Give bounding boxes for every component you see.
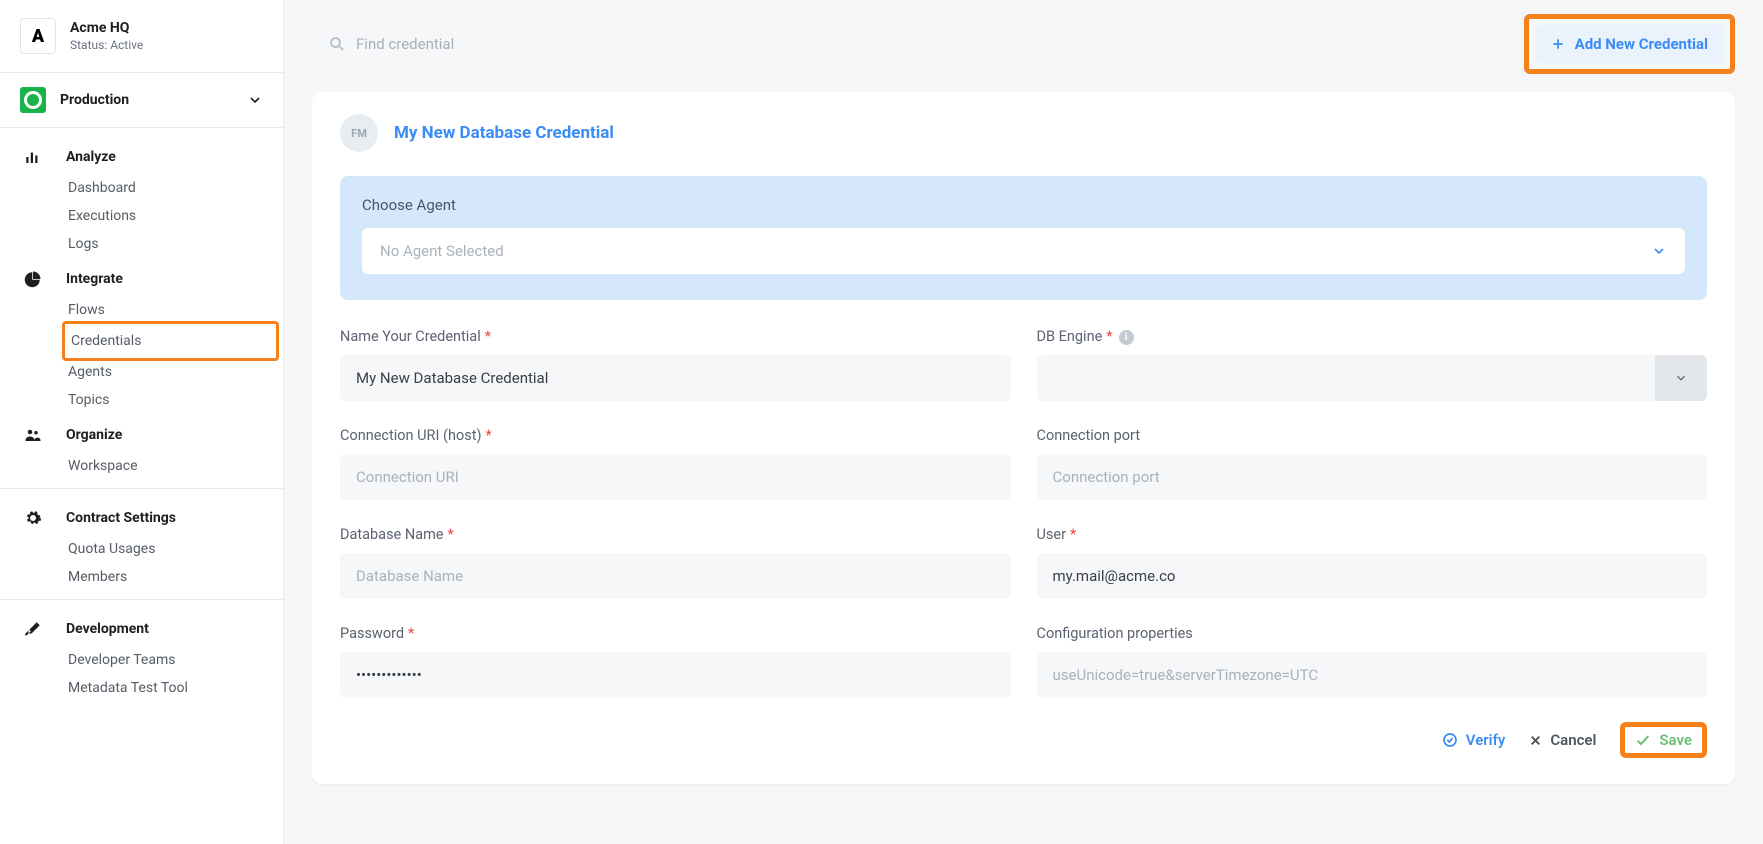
select-engine-toggle[interactable]: [1655, 355, 1707, 401]
bar-chart-icon: [24, 148, 46, 166]
field-dbname: Database Name*: [340, 526, 1011, 599]
divider: [0, 488, 283, 489]
verify-button[interactable]: Verify: [1442, 731, 1506, 749]
input-dbname[interactable]: [340, 553, 1011, 599]
credential-panel: FM My New Database Credential Choose Age…: [312, 92, 1735, 784]
search-icon: [328, 35, 346, 53]
input-password[interactable]: [340, 652, 1011, 698]
nav-section-label: Integrate: [66, 271, 123, 287]
verify-label: Verify: [1466, 731, 1506, 749]
nav-item-agents[interactable]: Agents: [0, 358, 283, 386]
nav-item-credentials[interactable]: Credentials: [71, 327, 270, 355]
verify-icon: [1442, 732, 1458, 748]
gear-icon: [24, 509, 46, 527]
org-header[interactable]: A Acme HQ Status: Active: [0, 0, 283, 72]
nav-section-label: Analyze: [66, 149, 116, 165]
environment-icon: [20, 87, 46, 113]
agent-select-placeholder: No Agent Selected: [380, 242, 504, 260]
nav: Analyze Dashboard Executions Logs Integr…: [0, 128, 283, 710]
nav-section-analyze[interactable]: Analyze: [0, 136, 283, 174]
nav-section-development[interactable]: Development: [0, 608, 283, 646]
panel-header: FM My New Database Credential: [340, 114, 1707, 152]
label-config: Configuration properties: [1037, 625, 1708, 642]
people-icon: [24, 426, 46, 444]
label-password: Password*: [340, 625, 1011, 642]
environment-selector[interactable]: Production: [0, 72, 283, 128]
highlight-save: Save: [1620, 722, 1707, 758]
field-user: User*: [1037, 526, 1708, 599]
label-name: Name Your Credential*: [340, 328, 1011, 345]
nav-item-members[interactable]: Members: [0, 563, 283, 591]
nav-section-organize[interactable]: Organize: [0, 414, 283, 452]
check-icon: [1635, 732, 1651, 748]
form-grid: Name Your Credential* DB Engine*i Connec…: [340, 328, 1707, 698]
nav-item-quota[interactable]: Quota Usages: [0, 535, 283, 563]
select-engine[interactable]: [1037, 355, 1708, 401]
panel-title: My New Database Credential: [394, 123, 614, 143]
agent-label: Choose Agent: [362, 196, 1685, 214]
field-config: Configuration properties: [1037, 625, 1708, 698]
search-wrapper: [312, 22, 1512, 66]
topbar: Add New Credential: [312, 14, 1735, 74]
field-uri: Connection URI (host)*: [340, 427, 1011, 500]
label-engine: DB Engine*i: [1037, 328, 1708, 345]
nav-item-dashboard[interactable]: Dashboard: [0, 174, 283, 202]
nav-section-integrate[interactable]: Integrate: [0, 258, 283, 296]
label-uri: Connection URI (host)*: [340, 427, 1011, 444]
add-btn-label: Add New Credential: [1575, 35, 1708, 53]
credential-avatar: FM: [340, 114, 378, 152]
input-user[interactable]: [1037, 553, 1708, 599]
org-name: Acme HQ: [70, 20, 143, 36]
environment-name: Production: [60, 92, 233, 108]
tools-icon: [24, 620, 46, 638]
highlight-add-credential: Add New Credential: [1524, 14, 1735, 74]
field-password: Password*: [340, 625, 1011, 698]
nav-item-dev-teams[interactable]: Developer Teams: [0, 646, 283, 674]
cancel-label: Cancel: [1550, 731, 1596, 749]
label-port: Connection port: [1037, 427, 1708, 444]
input-uri[interactable]: [340, 454, 1011, 500]
nav-item-logs[interactable]: Logs: [0, 230, 283, 258]
agent-select[interactable]: No Agent Selected: [362, 228, 1685, 274]
nav-section-label: Development: [66, 621, 149, 637]
org-logo: A: [20, 18, 56, 54]
input-port[interactable]: [1037, 454, 1708, 500]
info-icon[interactable]: i: [1119, 330, 1134, 345]
nav-section-label: Organize: [66, 427, 122, 443]
pie-chart-icon: [24, 270, 46, 288]
nav-section-label: Contract Settings: [66, 510, 176, 526]
nav-item-topics[interactable]: Topics: [0, 386, 283, 414]
cancel-button[interactable]: Cancel: [1529, 731, 1596, 749]
sidebar: A Acme HQ Status: Active Production Anal…: [0, 0, 284, 844]
save-button[interactable]: Save: [1635, 731, 1692, 749]
action-bar: Verify Cancel Save: [340, 722, 1707, 758]
org-status: Status: Active: [70, 38, 143, 52]
nav-section-contract[interactable]: Contract Settings: [0, 497, 283, 535]
search-input[interactable]: [312, 22, 1512, 66]
main: Add New Credential FM My New Database Cr…: [284, 0, 1763, 844]
save-label: Save: [1659, 731, 1692, 749]
input-config[interactable]: [1037, 652, 1708, 698]
highlight-credentials: Credentials: [62, 321, 279, 361]
nav-item-metadata[interactable]: Metadata Test Tool: [0, 674, 283, 702]
nav-item-flows[interactable]: Flows: [0, 296, 283, 324]
field-name: Name Your Credential*: [340, 328, 1011, 401]
plus-icon: [1551, 37, 1565, 51]
label-dbname: Database Name*: [340, 526, 1011, 543]
close-icon: [1529, 734, 1542, 747]
nav-item-executions[interactable]: Executions: [0, 202, 283, 230]
field-port: Connection port: [1037, 427, 1708, 500]
divider: [0, 599, 283, 600]
nav-item-workspace[interactable]: Workspace: [0, 452, 283, 480]
input-name[interactable]: [340, 355, 1011, 401]
agent-box: Choose Agent No Agent Selected: [340, 176, 1707, 300]
chevron-down-icon: [247, 92, 263, 108]
label-user: User*: [1037, 526, 1708, 543]
chevron-down-icon: [1651, 243, 1667, 259]
field-engine: DB Engine*i: [1037, 328, 1708, 401]
add-new-credential-button[interactable]: Add New Credential: [1535, 25, 1724, 63]
